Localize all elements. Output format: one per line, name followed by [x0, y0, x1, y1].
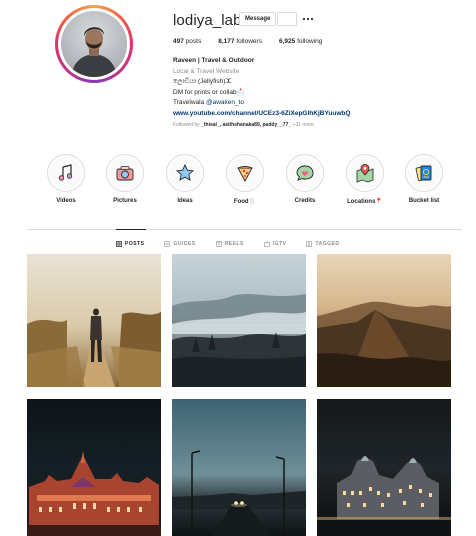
grid-icon: [116, 241, 122, 247]
mention-link[interactable]: @awaken_to: [206, 99, 244, 106]
post-tile[interactable]: [172, 399, 306, 536]
highlight-ideas[interactable]: Ideas: [160, 154, 210, 204]
tab-posts[interactable]: POSTS: [116, 239, 144, 249]
camera-icon: [116, 166, 134, 181]
profile-tabs: POSTS GUIDES REELS IGTV TAGGED: [116, 239, 340, 249]
pizza-icon: [237, 166, 253, 182]
tab-igtv[interactable]: IGTV: [263, 239, 287, 249]
post-image-night-hotel: [317, 399, 451, 536]
bio-line: Travelwala @awaken_to: [173, 99, 245, 106]
tabs-divider: [27, 229, 462, 230]
follow-button[interactable]: [277, 12, 297, 26]
following-count[interactable]: 6,925 following: [279, 38, 322, 45]
post-tile[interactable]: [27, 399, 161, 536]
highlight-locations[interactable]: Locations📍: [340, 154, 390, 205]
music-note-icon: [58, 164, 73, 181]
tag-icon: [306, 241, 313, 247]
full-name: Raveen | Travel & Outdoor: [173, 57, 255, 64]
bio-line: DM for prints or collab📩: [173, 88, 245, 96]
message-button[interactable]: Message: [239, 12, 277, 26]
profile-bio: Raveen | Travel & Outdoor Local & Travel…: [173, 56, 463, 129]
followed-by[interactable]: Followed by _thisal_, asithshanaka89, pa…: [173, 121, 463, 129]
active-tab-indicator: [116, 229, 146, 230]
website-link[interactable]: www.youtube.com/channel/UCEz3-6ZiXepGlhK…: [173, 109, 463, 120]
tab-reels[interactable]: REELS: [215, 239, 244, 249]
highlight-pictures[interactable]: Pictures: [100, 154, 150, 204]
tab-tagged[interactable]: TAGGED: [306, 239, 339, 249]
profile-stats: 497 posts 8,177 followers 6,925 followin…: [173, 38, 322, 45]
tab-guides[interactable]: GUIDES: [164, 239, 195, 249]
category-label: Local & Travel Website: [173, 67, 240, 75]
posts-count: 497 posts: [173, 38, 202, 45]
bio-line: ලොඩියා (Jellyfish)ⵋ: [173, 78, 232, 85]
story-highlights: Videos Pictures Ideas Food🍴 Credits Loca…: [0, 154, 476, 214]
username: lodiya_labs: [173, 12, 250, 29]
post-tile[interactable]: [27, 254, 161, 387]
profile-avatar[interactable]: [55, 5, 133, 83]
heart-chat-icon: [296, 165, 314, 181]
avatar-photo: [71, 27, 117, 77]
followers-count[interactable]: 8,177 followers: [218, 38, 262, 45]
reels-icon: [215, 241, 222, 247]
star-icon: [175, 163, 195, 181]
post-tile[interactable]: [317, 254, 451, 387]
post-tile[interactable]: [317, 399, 451, 536]
highlight-videos[interactable]: Videos: [41, 154, 91, 204]
highlight-food[interactable]: Food🍴: [220, 154, 270, 205]
more-options-icon[interactable]: [302, 12, 314, 26]
post-image-night-road: [172, 399, 306, 536]
map-pin-icon: [356, 164, 374, 183]
post-tile[interactable]: [172, 254, 306, 387]
passport-icon: [415, 165, 432, 182]
highlight-credits[interactable]: Credits: [280, 154, 330, 204]
post-image-person-walking: [27, 254, 161, 387]
post-image-mountain-ridge: [317, 254, 451, 387]
post-image-night-station: [27, 399, 161, 536]
guide-icon: [164, 241, 171, 247]
post-image-misty-mountains: [172, 254, 306, 387]
igtv-icon: [263, 241, 270, 247]
highlight-bucket-list[interactable]: Bucket list: [399, 154, 449, 204]
